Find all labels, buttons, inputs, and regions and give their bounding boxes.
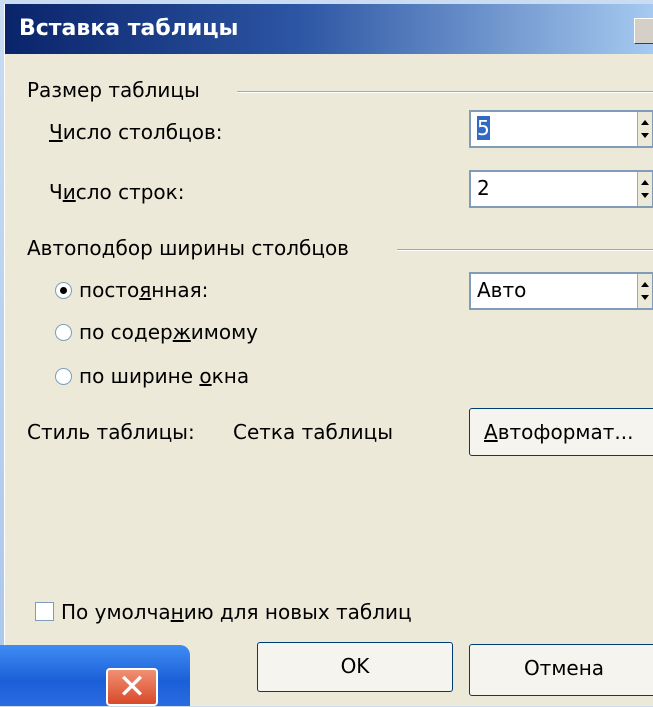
size-group-label: Размер таблицы — [27, 78, 200, 102]
ok-button[interactable]: OK — [257, 642, 453, 692]
fixed-width-spinner[interactable]: Авто — [469, 272, 653, 310]
dialog-title: Вставка таблицы — [19, 16, 239, 41]
columns-label-first: Ч — [49, 120, 63, 144]
table-style-label: Стиль таблицы: — [27, 420, 195, 444]
title-button[interactable] — [634, 18, 653, 44]
columns-value[interactable]: 5 — [477, 116, 490, 140]
fixed-width-value[interactable]: Авто — [477, 278, 526, 302]
columns-label-rest: исло столбцов: — [62, 120, 223, 144]
fixed-width-spin-arrows[interactable] — [637, 274, 652, 308]
rows-label: Число строк: — [49, 180, 185, 204]
columns-spinner[interactable]: 5 — [469, 110, 653, 148]
rows-spinner[interactable]: 2 — [469, 170, 653, 208]
taskbar-button[interactable] — [0, 645, 190, 706]
cancel-button[interactable]: Отмена — [469, 644, 653, 696]
radio-contents[interactable] — [55, 324, 72, 341]
columns-spin-arrows[interactable] — [637, 112, 652, 146]
autofit-group-label: Автоподбор ширины столбцов — [27, 236, 349, 260]
radio-window[interactable] — [55, 368, 72, 385]
default-checkbox-label: По умолчанию для новых таблиц — [61, 600, 412, 624]
default-checkbox[interactable] — [35, 602, 54, 621]
title-bar: Вставка таблицы — [5, 4, 653, 54]
rows-spin-arrows[interactable] — [637, 172, 652, 206]
rows-value[interactable]: 2 — [477, 176, 490, 200]
close-icon[interactable]: ✕ — [106, 668, 158, 706]
group-divider — [237, 91, 653, 93]
group-divider — [397, 249, 653, 251]
autoformat-button[interactable]: Автоформат... — [469, 408, 653, 456]
radio-fixed[interactable] — [55, 282, 72, 299]
columns-label: Число столбцов: — [49, 120, 222, 144]
radio-fixed-label: постоянная: — [79, 278, 209, 302]
table-style-value: Сетка таблицы — [233, 420, 394, 444]
radio-window-label: по ширине окна — [79, 364, 250, 388]
insert-table-dialog: Вставка таблицы Размер таблицы Число сто… — [4, 4, 653, 706]
radio-contents-label: по содержимому — [79, 320, 259, 344]
